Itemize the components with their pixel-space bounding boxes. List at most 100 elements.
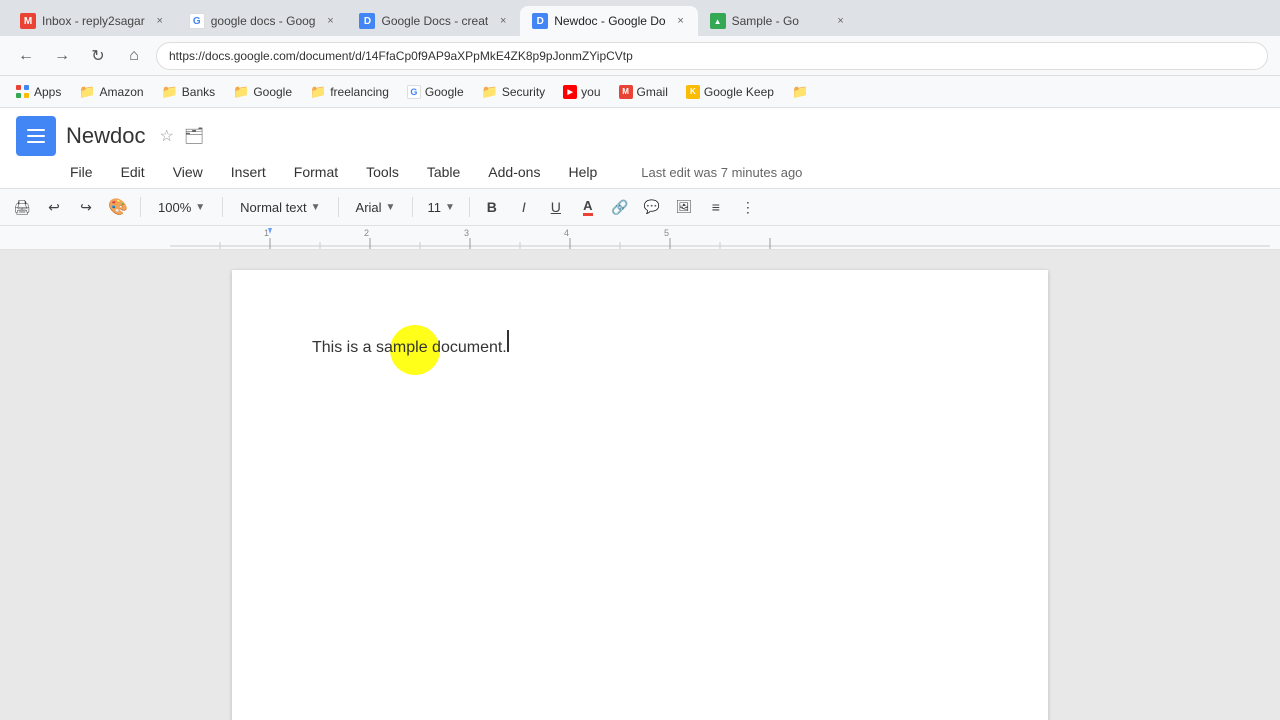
bookmark-gmail-label: Gmail xyxy=(637,85,668,99)
italic-icon: I xyxy=(522,199,526,215)
folder-icon-security: 📁 xyxy=(482,84,498,100)
reload-button[interactable]: ↻ xyxy=(84,42,112,70)
folder-icon-banks: 📁 xyxy=(162,84,178,100)
tab-docs-create-close[interactable]: × xyxy=(494,12,512,30)
tab-docs-create[interactable]: D Google Docs - creat × xyxy=(347,6,520,36)
url-bar[interactable]: https://docs.google.com/document/d/14Ffa… xyxy=(156,42,1268,70)
bookmark-amazon-label: Amazon xyxy=(100,85,144,99)
font-size-dropdown[interactable]: 11 ▼ xyxy=(421,198,460,217)
google-favicon: G xyxy=(189,13,205,29)
address-bar: ← → ↻ ⌂ https://docs.google.com/document… xyxy=(0,36,1280,76)
link-button[interactable]: 🔗 xyxy=(606,193,634,221)
doc-text[interactable]: This is a sample document. xyxy=(312,339,507,356)
folder-icon-amazon: 📁 xyxy=(79,84,95,100)
tab-newdoc-title: Newdoc - Google Do xyxy=(554,14,665,28)
tab-newdoc[interactable]: D Newdoc - Google Do × xyxy=(520,6,697,36)
comment-button[interactable]: 💬 xyxy=(638,193,666,221)
docs-header: Newdoc ☆ 🗂 File Edit View Insert Format … xyxy=(0,108,1280,189)
bookmark-keep[interactable]: K Google Keep xyxy=(678,83,782,101)
docs-create-favicon: D xyxy=(359,13,375,29)
docs-menu-button[interactable] xyxy=(16,116,56,156)
folder-icon-more: 📁 xyxy=(792,84,808,100)
doc-title: Newdoc xyxy=(66,123,145,149)
tab-google-search-close[interactable]: × xyxy=(321,12,339,30)
svg-text:5: 5 xyxy=(664,228,669,238)
bookmark-freelancing[interactable]: 📁 freelancing xyxy=(302,82,397,102)
text-cursor xyxy=(507,330,509,352)
docs-menu-bar: File Edit View Insert Format Tools Table… xyxy=(16,160,1264,188)
forward-button[interactable]: → xyxy=(48,42,76,70)
doc-content[interactable]: This is a sample document. xyxy=(312,330,968,357)
font-dropdown[interactable]: Arial ▼ xyxy=(347,197,405,218)
bookmark-gmail[interactable]: M Gmail xyxy=(611,83,676,101)
toolbar-separator-1 xyxy=(140,197,141,217)
gmail-favicon: M xyxy=(20,13,36,29)
menu-tools[interactable]: Tools xyxy=(362,162,403,182)
toolbar: 🖨 ↩ ↪ 🎨 100% ▼ Normal text ▼ Arial ▼ 11 xyxy=(0,189,1280,226)
bookmark-apps[interactable]: Apps xyxy=(8,83,69,101)
bookmark-google[interactable]: G Google xyxy=(399,83,472,101)
more-button[interactable]: ⋮ xyxy=(734,193,762,221)
youtube-icon: ▶ xyxy=(563,85,577,99)
bookmark-youtube-label: you xyxy=(581,85,600,99)
url-text: https://docs.google.com/document/d/14Ffa… xyxy=(169,49,1255,63)
tab-gmail-title: Inbox - reply2sagar xyxy=(42,14,145,28)
bookmark-amazon[interactable]: 📁 Amazon xyxy=(71,82,151,102)
toolbar-separator-5 xyxy=(469,197,470,217)
menu-format[interactable]: Format xyxy=(290,162,342,182)
tab-gmail[interactable]: M Inbox - reply2sagar × xyxy=(8,6,177,36)
zoom-value: 100% xyxy=(158,200,191,215)
menu-addons[interactable]: Add-ons xyxy=(484,162,544,182)
redo-button[interactable]: ↪ xyxy=(72,193,100,221)
menu-view[interactable]: View xyxy=(169,162,207,182)
doc-page: This is a sample document. xyxy=(232,270,1048,720)
menu-edit[interactable]: Edit xyxy=(117,162,149,182)
zoom-dropdown[interactable]: 100% ▼ xyxy=(149,197,214,218)
folder-button[interactable]: 🗂 xyxy=(184,126,204,146)
bookmark-google-folder-label: Google xyxy=(253,85,292,99)
bookmark-security-label: Security xyxy=(502,85,545,99)
last-edit-text: Last edit was 7 minutes ago xyxy=(641,165,802,180)
bookmark-youtube[interactable]: ▶ you xyxy=(555,83,608,101)
hamburger-icon xyxy=(27,129,45,143)
star-button[interactable]: ☆ xyxy=(159,126,173,146)
tab-gmail-close[interactable]: × xyxy=(151,12,169,30)
menu-file[interactable]: File xyxy=(66,162,97,182)
font-arrow: ▼ xyxy=(386,202,396,213)
apps-icon xyxy=(16,85,30,99)
underline-button[interactable]: U xyxy=(542,193,570,221)
bookmark-banks[interactable]: 📁 Banks xyxy=(154,82,224,102)
text-style-dropdown[interactable]: Normal text ▼ xyxy=(231,197,329,218)
tab-google-search[interactable]: G google docs - Goog × xyxy=(177,6,348,36)
font-size-value: 11 xyxy=(427,200,441,215)
tab-bar: M Inbox - reply2sagar × G google docs - … xyxy=(0,0,1280,36)
back-button[interactable]: ← xyxy=(12,42,40,70)
docs-title-row: Newdoc ☆ 🗂 xyxy=(16,116,1264,156)
bookmark-security[interactable]: 📁 Security xyxy=(474,82,554,102)
doc-area[interactable]: This is a sample document. xyxy=(0,250,1280,720)
bookmark-google-folder[interactable]: 📁 Google xyxy=(225,82,300,102)
tab-newdoc-close[interactable]: × xyxy=(672,12,690,30)
bold-button[interactable]: B xyxy=(478,193,506,221)
align-button[interactable]: ≡ xyxy=(702,193,730,221)
tab-sample-close[interactable]: × xyxy=(832,12,850,30)
image-button[interactable]: 🖼 xyxy=(670,193,698,221)
tab-google-search-title: google docs - Goog xyxy=(211,14,316,28)
menu-help[interactable]: Help xyxy=(564,162,601,182)
tab-sample[interactable]: ▲ Sample - Go × xyxy=(698,6,858,36)
menu-table[interactable]: Table xyxy=(423,162,464,182)
print-button[interactable]: 🖨 xyxy=(8,193,36,221)
svg-text:2: 2 xyxy=(364,228,369,238)
ruler-svg: 1 2 3 4 5 xyxy=(170,226,1280,250)
italic-button[interactable]: I xyxy=(510,193,538,221)
font-value: Arial xyxy=(356,200,382,215)
home-button[interactable]: ⌂ xyxy=(120,42,148,70)
undo-button[interactable]: ↩ xyxy=(40,193,68,221)
paint-format-button[interactable]: 🎨 xyxy=(104,193,132,221)
svg-text:4: 4 xyxy=(564,228,569,238)
newdoc-favicon: D xyxy=(532,13,548,29)
text-color-button[interactable]: A xyxy=(574,193,602,221)
sample-favicon: ▲ xyxy=(710,13,726,29)
menu-insert[interactable]: Insert xyxy=(227,162,270,182)
bookmark-more[interactable]: 📁 xyxy=(784,82,816,102)
